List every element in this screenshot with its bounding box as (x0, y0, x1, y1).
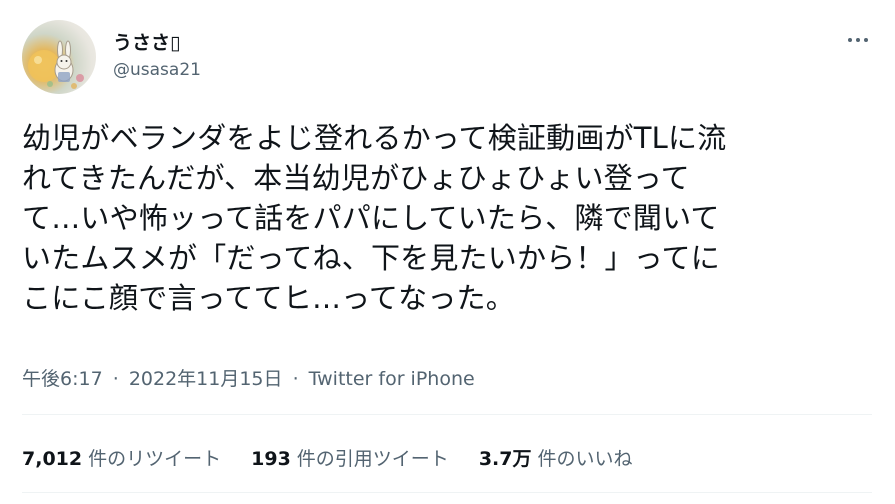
quote-tweets-label: 件の引用ツイート (296, 448, 449, 470)
more-horizontal-icon-dot (856, 38, 860, 42)
tweet-metadata: 午後6:17 · 2022年11月15日 · Twitter for iPhon… (22, 364, 475, 391)
tweet-client-link[interactable]: Twitter for iPhone (309, 368, 475, 390)
likes-count: 3.7万 (478, 448, 532, 470)
retweets-count: 7,012 (22, 448, 83, 470)
quote-tweets-stat[interactable]: 193 件の引用ツイート (251, 444, 449, 471)
more-horizontal-icon-dot (864, 38, 868, 42)
divider (22, 414, 872, 415)
meta-separator: · (112, 368, 119, 390)
more-options-button[interactable] (838, 26, 878, 54)
user-handle[interactable]: @usasa21 (113, 60, 201, 80)
tweet-text-line: こにこ顔で言っててヒ…ってなった。 (22, 281, 515, 315)
display-name[interactable]: うささ▯ (113, 28, 180, 55)
tweet-text-line: て…いや怖ッって話をパパにしていたら、隣で聞いて (22, 201, 720, 235)
tweet-text-line: 幼児がベランダをよじ登れるかって検証動画がTLに流 (22, 121, 727, 155)
tweet-text-line: いたムスメが「だってね、下を見たいから！」ってに (22, 241, 720, 275)
likes-label: 件のいいね (537, 448, 633, 470)
tweet-text-line: れてきたんだが、本当幼児がひょひょひょい登って (22, 161, 690, 195)
tweet-date[interactable]: 2022年11月15日 (129, 368, 283, 390)
retweets-stat[interactable]: 7,012 件のリツイート (22, 444, 221, 471)
tweet-stats: 7,012 件のリツイート 193 件の引用ツイート 3.7万 件のいいね (22, 444, 663, 471)
retweets-label: 件のリツイート (88, 448, 222, 470)
tweet-time[interactable]: 午後6:17 (22, 368, 103, 390)
likes-stat[interactable]: 3.7万 件のいいね (479, 444, 633, 471)
divider (22, 492, 872, 493)
more-horizontal-icon (848, 38, 852, 42)
tweet-text: 幼児がベランダをよじ登れるかって検証動画がTLに流 れてきたんだが、本当幼児がひ… (22, 118, 872, 318)
avatar[interactable] (22, 20, 96, 94)
quote-tweets-count: 193 (251, 448, 291, 470)
meta-separator: · (292, 368, 299, 390)
avatar-illustration-icon (28, 40, 84, 89)
tweet-detail: うささ▯ @usasa21 幼児がベランダをよじ登れるかって検証動画がTLに流 … (0, 0, 895, 504)
